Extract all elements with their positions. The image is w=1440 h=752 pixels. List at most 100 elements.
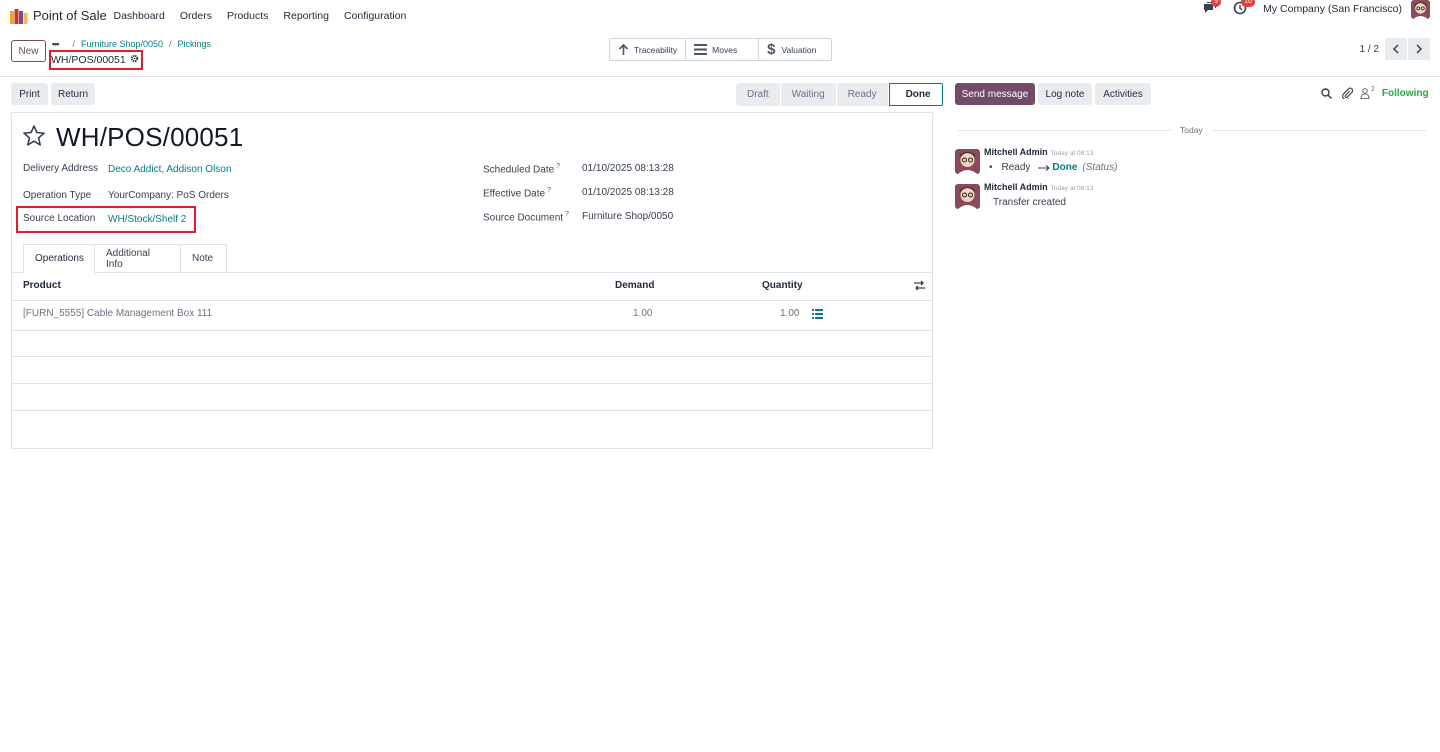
list-bars-icon [694, 44, 708, 55]
source-document-value[interactable]: Furniture Shop/0050 [582, 211, 673, 222]
user-icon [1360, 87, 1370, 99]
traceability-label: Traceability [634, 44, 678, 55]
long-arrow-right-icon [1038, 164, 1051, 171]
help-icon[interactable]: ? [565, 211, 569, 218]
table-header-divider [12, 300, 932, 301]
breadcrumb-pickings[interactable]: Pickings [178, 39, 212, 49]
table-row-divider [12, 410, 932, 411]
tab-operations[interactable]: Operations [23, 244, 95, 273]
stage-done[interactable]: Done [888, 83, 943, 106]
breadcrumb-furniture-shop[interactable]: Furniture Shop/0050 [81, 39, 163, 49]
stage-waiting[interactable]: Waiting [780, 83, 837, 106]
chevron-left-icon [1392, 44, 1399, 54]
menu-configuration[interactable]: Configuration [336, 10, 413, 22]
breadcrumb-separator: / [72, 39, 75, 49]
table-row-divider [12, 356, 932, 357]
effective-date-value: 01/10/2025 08:13:28 [582, 187, 674, 198]
effective-date-label-text: Effective Date [483, 188, 546, 200]
valuation-label: Valuation [781, 44, 817, 55]
message-time: Today at 08:13 [1050, 150, 1094, 157]
detailed-operations-list-icon[interactable] [812, 309, 823, 319]
new-button[interactable]: New [11, 40, 46, 62]
column-header-product[interactable]: Product [23, 280, 61, 291]
chatter-tools: 2 Following [1321, 86, 1429, 99]
company-switcher[interactable]: My Company (San Francisco) [1263, 3, 1402, 15]
avatar[interactable] [955, 184, 980, 209]
traceability-button[interactable]: Traceability [610, 39, 687, 60]
stage-draft[interactable]: Draft [736, 83, 781, 106]
arrow-up-icon [618, 43, 629, 55]
status-bar: Draft Waiting Ready Done [736, 83, 943, 106]
product-cell[interactable]: [FURN_5555] Cable Management Box 111 [23, 308, 212, 319]
pager-value[interactable]: 1 / 2 [1360, 44, 1379, 55]
star-icon[interactable] [22, 124, 46, 148]
menu-orders[interactable]: Orders [172, 10, 219, 22]
user-avatar[interactable] [1411, 0, 1430, 19]
tracking-field-name: (Status) [1082, 162, 1118, 173]
message-body: Transfer created [993, 197, 1066, 208]
chevron-right-icon [1416, 44, 1423, 54]
current-record-name: WH/POS/00051 [49, 50, 143, 70]
message-author[interactable]: Mitchell Admin Today at 08:13 [984, 182, 1093, 192]
main-menu: Dashboard Orders Products Reporting Conf… [106, 10, 414, 22]
followers-button[interactable]: 2 [1360, 86, 1375, 99]
tab-additional-info[interactable]: Additional Info [95, 244, 181, 273]
message-author[interactable]: Mitchell Admin Today at 08:13 [984, 147, 1093, 157]
pager: 1 / 2 [1360, 38, 1430, 60]
tracking-new-value: Done [1052, 162, 1078, 173]
scheduled-date-value[interactable]: 01/10/2025 08:13:28 [582, 163, 674, 174]
optional-columns-icon[interactable] [914, 280, 925, 291]
breadcrumb-separator: / [169, 39, 172, 49]
avatar[interactable] [955, 149, 980, 174]
table-row-divider [12, 383, 932, 384]
dollar-icon: $ [767, 41, 776, 58]
notebook-tabs: Operations Additional Info Note [23, 244, 227, 273]
search-icon[interactable] [1321, 87, 1332, 99]
activities-button[interactable]: Activities [1095, 83, 1151, 105]
scheduled-date-label: Scheduled Date? [483, 163, 560, 175]
pager-next-button[interactable] [1408, 38, 1430, 60]
date-separator: Today [1172, 125, 1211, 135]
following-button[interactable]: Following [1382, 88, 1429, 99]
column-header-demand[interactable]: Demand [615, 280, 654, 291]
stage-ready[interactable]: Ready [836, 83, 889, 106]
app-name[interactable]: Point of Sale [33, 8, 107, 23]
breadcrumb: ••• / Furniture Shop/0050 / Pickings [52, 39, 211, 49]
gear-icon[interactable] [130, 54, 139, 66]
column-header-quantity[interactable]: Quantity [762, 280, 803, 291]
breadcrumb-more-icon[interactable]: ••• [52, 39, 60, 49]
delivery-address-value[interactable]: Deco Addict, Addison Olson [108, 164, 231, 175]
activity-clock-icon[interactable]: 10 [1233, 0, 1255, 17]
scheduled-date-label-text: Scheduled Date [483, 164, 555, 176]
menu-dashboard[interactable]: Dashboard [106, 10, 172, 22]
help-icon[interactable]: ? [556, 163, 560, 170]
tab-note[interactable]: Note [181, 244, 227, 273]
control-panel-divider [0, 76, 1440, 77]
send-message-button[interactable]: Send message [955, 83, 1035, 105]
print-button[interactable]: Print [11, 83, 48, 105]
message-time: Today at 08:13 [1050, 185, 1094, 192]
help-icon[interactable]: ? [547, 187, 551, 194]
source-location-value[interactable]: WH/Stock/Shelf 2 [108, 214, 186, 225]
operation-type-value[interactable]: YourCompany: PoS Orders [108, 190, 229, 201]
message-author-name: Mitchell Admin [984, 147, 1048, 157]
pos-app-icon[interactable] [10, 8, 28, 24]
chat-icon[interactable]: 9 [1203, 0, 1222, 17]
menu-products[interactable]: Products [219, 10, 275, 22]
record-title: WH/POS/00051 [56, 122, 244, 152]
table-row-divider [12, 330, 932, 331]
paperclip-icon[interactable] [1342, 87, 1353, 99]
quantity-cell[interactable]: 1.00 [780, 308, 799, 319]
moves-button[interactable]: Moves [686, 39, 760, 60]
demand-cell[interactable]: 1.00 [633, 308, 652, 319]
pager-previous-button[interactable] [1385, 38, 1407, 60]
menu-reporting[interactable]: Reporting [276, 10, 337, 22]
return-button[interactable]: Return [51, 83, 95, 105]
log-note-button[interactable]: Log note [1038, 83, 1092, 105]
valuation-button[interactable]: $ Valuation [759, 39, 831, 60]
operation-type-label: Operation Type [23, 190, 92, 201]
message-author-name: Mitchell Admin [984, 182, 1048, 192]
activity-badge: 10 [1241, 0, 1255, 7]
bullet: • [989, 162, 993, 173]
record-name-label: WH/POS/00051 [51, 54, 126, 66]
